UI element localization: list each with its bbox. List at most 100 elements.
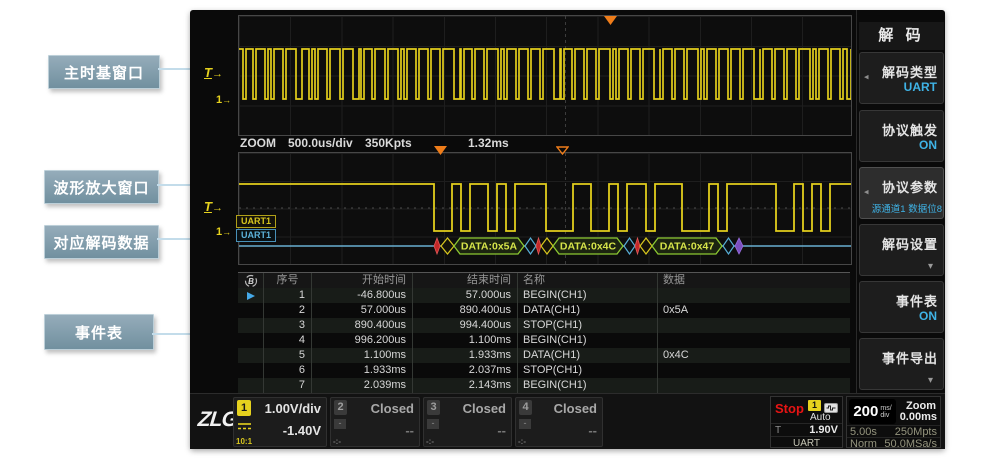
header-0: 序号: [264, 273, 312, 288]
callout-box-2: 对应解码数据: [44, 225, 159, 259]
b-circle-icon: B: [244, 274, 258, 288]
decode-start-diamond-icon: [541, 238, 553, 254]
coupling-placeholder: -: [334, 419, 346, 429]
trigger-level-marker-main: T→: [204, 65, 223, 80]
table-row[interactable]: 1-46.800us57.000usBEGIN(CH1): [238, 288, 850, 303]
cell-seq: 3: [264, 318, 312, 333]
channel-scale: Closed: [554, 401, 597, 416]
callout-box-0: 主时基窗口: [48, 55, 160, 89]
bus-icon-cell: B: [238, 273, 264, 288]
cell-end: 890.400us: [413, 303, 518, 318]
table-row[interactable]: 51.100ms1.933msDATA(CH1)0x4C: [238, 348, 850, 363]
menu-button-event-export[interactable]: 事件导出▾: [859, 338, 944, 390]
channel-probe-ratio: -:-: [518, 437, 526, 446]
decode-data-bubble: DATA:0x4C: [553, 238, 623, 254]
trigger-mode: Auto: [810, 412, 831, 423]
channel-1-block[interactable]: 11.00V/div-1.40V10:1: [233, 397, 327, 447]
timebase-status-block[interactable]: 200 ms/div Zoom 0.00ms 5.00s 250Mpts Nor…: [846, 396, 941, 448]
cell-data: [658, 378, 850, 393]
cell-name: BEGIN(CH1): [518, 378, 658, 393]
cell-start: 996.200us: [312, 333, 413, 348]
run-state: Stop: [775, 401, 804, 416]
menu-button-decode-type[interactable]: ◂ 解码类型UART: [859, 52, 944, 104]
timebase-scale-box: 200 ms/div: [849, 399, 896, 424]
callout-box-1: 波形放大窗口: [44, 170, 159, 204]
zoom-offset: 1.32ms: [468, 136, 509, 150]
menu-button-subtitle: 源通道1 数据位8: [872, 201, 942, 215]
zoom-trigger-triangle-icon[interactable]: [556, 146, 569, 155]
decode-data-bubble: DATA:0x47: [652, 238, 722, 254]
zoom-waveform-and-decode: DATA:0x5A DATA:0x4C DATA:0x47: [239, 153, 851, 264]
table-row[interactable]: 3890.400us994.400usSTOP(CH1): [238, 318, 850, 333]
zoom-offset-value: 0.00ms: [900, 411, 937, 423]
event-table: B序号开始时间结束时间名称数据1-46.800us57.000usBEGIN(C…: [238, 272, 850, 392]
bottom-status-bar: ZLG® 11.00V/div-1.40V10:12Closed----:-3C…: [190, 393, 945, 449]
channel-scale: Closed: [371, 401, 414, 416]
channel-probe-ratio: -:-: [426, 437, 434, 446]
menu-button-label: 协议参数: [882, 177, 938, 196]
table-row[interactable]: 61.933ms2.037msSTOP(CH1): [238, 363, 850, 378]
callout-label: 主时基窗口: [64, 62, 144, 83]
cell-start: -46.800us: [312, 288, 413, 303]
table-row[interactable]: 4996.200us1.100msBEGIN(CH1): [238, 333, 850, 348]
table-row[interactable]: 72.039ms2.143msBEGIN(CH1): [238, 378, 850, 393]
channel-3-block[interactable]: 3Closed----:-: [423, 397, 512, 447]
decode-error-marker-icon: [434, 238, 440, 254]
left-arrow-icon: ◂: [864, 71, 869, 82]
zoom-points: 350Kpts: [365, 136, 412, 150]
annotated-oscilloscope-screenshot: 主时基窗口波形放大窗口对应解码数据事件表 T→ 1→ ZOOM 500.0us/…: [0, 0, 1000, 460]
table-row[interactable]: 257.000us890.400usDATA(CH1)0x5A: [238, 303, 850, 318]
channel-4-block[interactable]: 4Closed----:-: [515, 397, 603, 447]
callout-label: 事件表: [75, 322, 123, 343]
cell-end: 57.000us: [413, 288, 518, 303]
menu-button-value: UART: [904, 80, 937, 94]
trigger-source-badge: 1: [808, 400, 821, 411]
decode-end-marker-icon: [735, 238, 743, 254]
menu-button-label: 解码类型: [882, 62, 938, 81]
menu-button-protocol-trigger[interactable]: 协议触发ON: [859, 110, 944, 162]
channel-2-block[interactable]: 2Closed----:-: [330, 397, 420, 447]
chevron-down-icon: ▾: [928, 261, 933, 272]
channel-3-badge: 3: [427, 400, 440, 415]
trigger-level-marker-zoom: T→: [204, 199, 223, 214]
channel-scale: Closed: [463, 401, 506, 416]
cell-data: [658, 333, 850, 348]
main-waveform: [239, 16, 851, 135]
cell-name: STOP(CH1): [518, 318, 658, 333]
menu-button-decode-settings[interactable]: 解码设置 ▾: [859, 224, 944, 276]
menu-button-label: 解码设置: [882, 234, 938, 253]
menu-button-protocol-params[interactable]: ◂协议参数源通道1 数据位8: [859, 167, 944, 219]
cell-start: 2.039ms: [312, 378, 413, 393]
menu-button-event-table[interactable]: 事件表ON: [859, 281, 944, 333]
cell-data: 0x4C: [658, 348, 850, 363]
coupling-placeholder: -: [427, 419, 439, 429]
cell-end: 1.100ms: [413, 333, 518, 348]
cell-name: DATA(CH1): [518, 303, 658, 318]
cell-name: BEGIN(CH1): [518, 333, 658, 348]
menu-title: 解 码: [859, 22, 944, 50]
row-marker-cell: [238, 348, 264, 363]
cell-data: 0x5A: [658, 303, 850, 318]
cell-start: 1.933ms: [312, 363, 413, 378]
channel-offset: --: [405, 423, 414, 438]
row-marker-cell: [238, 318, 264, 333]
trigger-type: UART: [771, 436, 842, 450]
cell-seq: 5: [264, 348, 312, 363]
cell-seq: 7: [264, 378, 312, 393]
trigger-status-block[interactable]: Stop 1 Auto T 1.90V UART: [770, 396, 843, 448]
decode-stop-diamond-icon: [624, 238, 635, 254]
zoom-start-triangle-icon[interactable]: [434, 146, 447, 155]
menu-button-label: 协议触发: [882, 120, 938, 139]
decode-start-diamond-icon: [640, 238, 652, 254]
cell-name: DATA(CH1): [518, 348, 658, 363]
svg-text:DATA:0x5A: DATA:0x5A: [461, 241, 518, 253]
cell-data: [658, 363, 850, 378]
channel-scale: 1.00V/div: [265, 401, 321, 416]
channel-offset: --: [497, 423, 506, 438]
trigger-position-triangle-icon[interactable]: [604, 16, 617, 25]
cell-seq: 2: [264, 303, 312, 318]
zoom-title: ZOOM: [240, 136, 276, 150]
zoom-info-bar: ZOOM 500.0us/div 350Kpts 1.32ms: [238, 136, 852, 151]
cell-name: STOP(CH1): [518, 363, 658, 378]
cell-end: 994.400us: [413, 318, 518, 333]
